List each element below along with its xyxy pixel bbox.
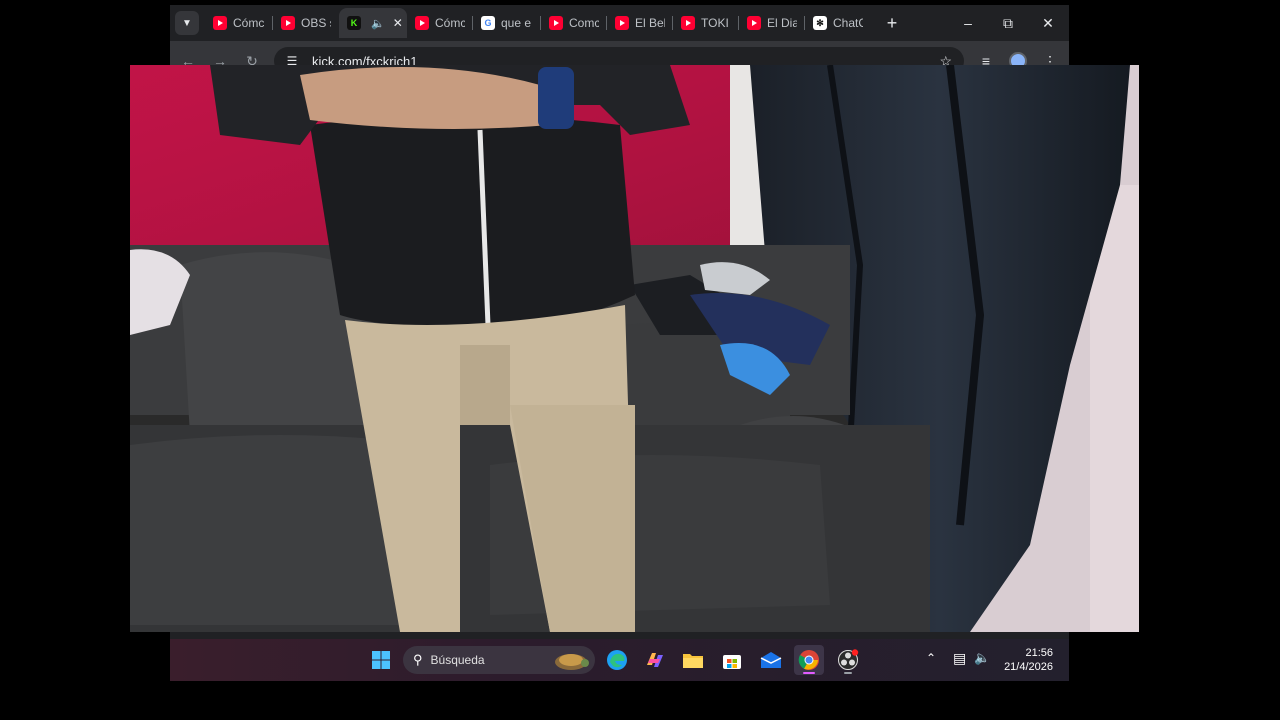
windows-start-icon: [372, 651, 390, 669]
minimize-button[interactable]: –: [948, 5, 988, 41]
tab-2[interactable]: OBS s: [273, 8, 339, 38]
tab-strip: ▼ Cómc OBS s K 🔈 ✕: [170, 5, 1069, 41]
tab-5[interactable]: G que e: [473, 8, 541, 38]
active-indicator: [844, 672, 852, 674]
taskbar-file-explorer[interactable]: [678, 645, 708, 675]
tab-8[interactable]: TOKI: [673, 8, 739, 38]
youtube-icon: [213, 16, 227, 30]
youtube-icon: [747, 16, 761, 30]
new-tab-button[interactable]: +: [879, 10, 905, 36]
close-window-button[interactable]: ✕: [1028, 5, 1068, 41]
youtube-icon: [549, 16, 563, 30]
kick-icon: K: [347, 16, 361, 30]
search-icon: ⚲: [413, 652, 423, 667]
restore-icon: ⧉: [1003, 14, 1013, 31]
minimize-icon: –: [964, 15, 972, 31]
tab-3-active[interactable]: K 🔈 ✕: [339, 8, 407, 38]
clock-time: 21:56: [1025, 647, 1053, 659]
start-button[interactable]: [366, 645, 396, 675]
obs-icon: [838, 649, 859, 670]
taskbar-store[interactable]: [717, 645, 747, 675]
tab-title: Cómc: [233, 16, 265, 30]
tab-title: TOKI: [701, 16, 729, 30]
search-label: Búsqueda: [430, 653, 485, 667]
volume-icon[interactable]: 🔈: [974, 650, 990, 666]
network-icon[interactable]: ▤: [953, 650, 966, 667]
search-highlight-icon: [555, 654, 589, 670]
speaker-icon[interactable]: 🔈: [371, 17, 385, 30]
tab-title: ChatC: [833, 16, 863, 30]
tab-title: Comc: [569, 16, 599, 30]
taskbar-edge[interactable]: [602, 645, 632, 675]
tab-9[interactable]: El Dia: [739, 8, 805, 38]
close-icon: ✕: [1042, 14, 1054, 31]
taskbar-chrome[interactable]: [794, 645, 824, 675]
youtube-icon: [281, 16, 295, 30]
store-icon: [723, 655, 741, 669]
taskbar-search[interactable]: ⚲ Búsqueda: [403, 646, 595, 674]
tab-title: que e: [501, 16, 532, 30]
youtube-icon: [615, 16, 629, 30]
tabs: Cómc OBS s K 🔈 ✕ Cómc G: [205, 5, 905, 41]
close-tab-icon[interactable]: ✕: [393, 16, 403, 30]
tab-title: Cómc: [435, 16, 465, 30]
tab-1[interactable]: Cómc: [205, 8, 273, 38]
screen: ▼ Cómc OBS s K 🔈 ✕: [0, 0, 1280, 720]
tab-6[interactable]: Comc: [541, 8, 607, 38]
tab-4[interactable]: Cómc: [407, 8, 473, 38]
google-icon: G: [481, 16, 495, 30]
edge-icon: [607, 650, 627, 670]
windows-taskbar: ⚲ Búsqueda ⌃ ▤ 🔈 21:56 21/4/2026: [170, 639, 1069, 681]
taskbar-obs[interactable]: [833, 645, 863, 675]
chrome-icon: [798, 650, 819, 670]
active-indicator: [803, 672, 815, 674]
youtube-icon: [415, 16, 429, 30]
clock-date: 21/4/2026: [1004, 661, 1053, 673]
plus-icon: +: [886, 12, 898, 33]
chevron-down-icon: ▼: [182, 17, 192, 29]
tab-title: El Bel: [635, 16, 665, 30]
youtube-icon: [681, 16, 695, 30]
tab-search-button[interactable]: ▼: [175, 11, 199, 35]
copilot-icon: [647, 653, 663, 667]
chatgpt-icon: ✻: [813, 16, 827, 30]
tab-7[interactable]: El Bel: [607, 8, 673, 38]
outlook-icon: [760, 652, 782, 668]
tab-title: OBS s: [301, 16, 331, 30]
tab-title: El Dia: [767, 16, 797, 30]
system-clock[interactable]: 21:56 21/4/2026: [1004, 646, 1053, 674]
file-explorer-icon: [683, 654, 703, 668]
taskbar-outlook[interactable]: [756, 645, 786, 675]
live-video-feed: [130, 65, 1139, 632]
taskbar-copilot[interactable]: [640, 645, 670, 675]
tray-overflow-icon[interactable]: ⌃: [926, 651, 936, 665]
restore-button[interactable]: ⧉: [988, 5, 1028, 41]
video-frame: [130, 65, 1139, 632]
tab-10[interactable]: ✻ ChatC: [805, 8, 871, 38]
